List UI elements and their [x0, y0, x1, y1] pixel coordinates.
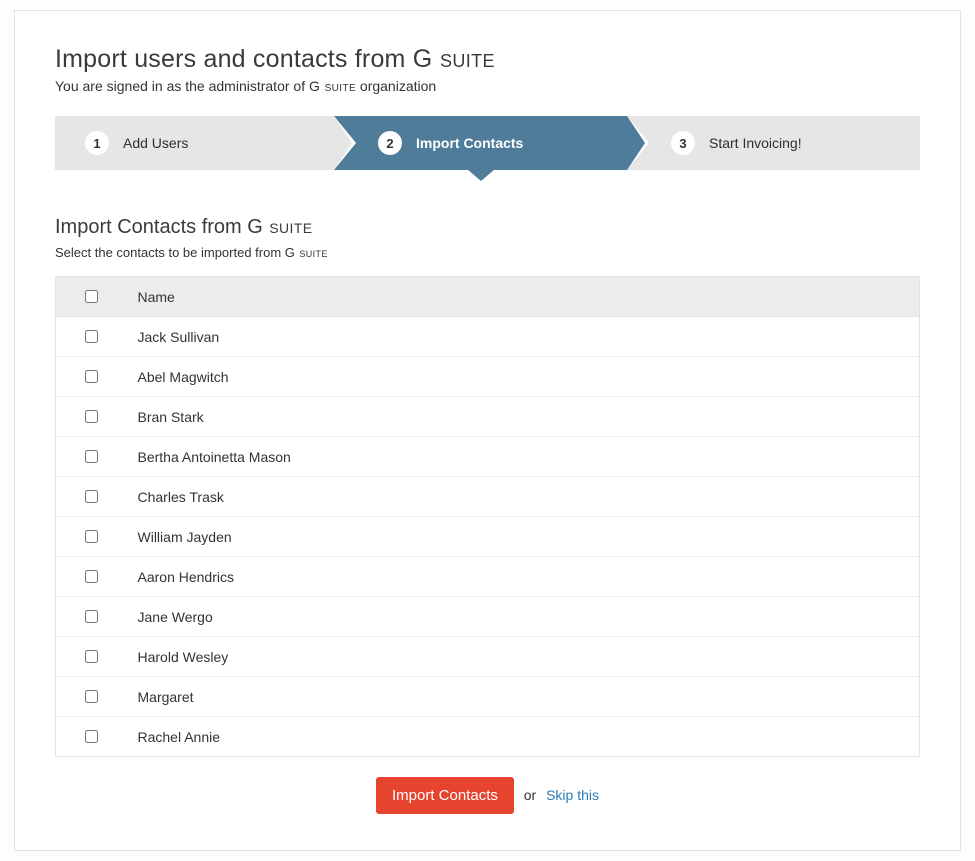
table-row: William Jayden — [56, 517, 920, 557]
table-row: Aaron Hendrics — [56, 557, 920, 597]
row-checkbox[interactable] — [85, 570, 98, 583]
contacts-table: Name Jack SullivanAbel MagwitchBran Star… — [55, 276, 920, 757]
table-header-row: Name — [56, 277, 920, 317]
contact-name: Margaret — [126, 677, 920, 717]
row-checkbox[interactable] — [85, 330, 98, 343]
row-checkbox[interactable] — [85, 410, 98, 423]
row-checkbox[interactable] — [85, 450, 98, 463]
row-checkbox-cell — [56, 397, 126, 437]
row-checkbox-cell — [56, 477, 126, 517]
active-step-pointer-icon — [467, 169, 495, 181]
title-prefix: Import users and contacts from — [55, 45, 413, 73]
row-checkbox[interactable] — [85, 650, 98, 663]
contact-name: Jane Wergo — [126, 597, 920, 637]
row-checkbox-cell — [56, 557, 126, 597]
contact-name: Charles Trask — [126, 477, 920, 517]
import-card: Import users and contacts from G suite Y… — [14, 10, 961, 851]
row-checkbox[interactable] — [85, 490, 98, 503]
or-text: or — [524, 787, 536, 803]
brand-gsuite: G suite — [413, 45, 495, 73]
row-checkbox-cell — [56, 597, 126, 637]
step-number: 2 — [378, 131, 402, 155]
skip-link[interactable]: Skip this — [546, 787, 599, 803]
contact-name: Bran Stark — [126, 397, 920, 437]
select-all-checkbox[interactable] — [85, 290, 98, 303]
brand-gsuite: G suite — [285, 245, 328, 260]
contact-name: Jack Sullivan — [126, 317, 920, 357]
table-row: Abel Magwitch — [56, 357, 920, 397]
row-checkbox[interactable] — [85, 530, 98, 543]
step-label: Import Contacts — [416, 135, 523, 151]
brand-gsuite: G suite — [247, 216, 312, 238]
subtitle-suffix: organization — [356, 78, 436, 94]
column-name-header: Name — [126, 277, 920, 317]
table-row: Rachel Annie — [56, 717, 920, 757]
step-import-contacts[interactable]: 2 Import Contacts — [334, 116, 627, 170]
table-row: Margaret — [56, 677, 920, 717]
contact-name: Rachel Annie — [126, 717, 920, 757]
contact-name: Aaron Hendrics — [126, 557, 920, 597]
step-number: 3 — [671, 131, 695, 155]
step-start-invoicing[interactable]: 3 Start Invoicing! — [627, 116, 920, 170]
row-checkbox[interactable] — [85, 730, 98, 743]
table-row: Harold Wesley — [56, 637, 920, 677]
table-row: Jack Sullivan — [56, 317, 920, 357]
step-number: 1 — [85, 131, 109, 155]
subtitle-prefix: You are signed in as the administrator o… — [55, 78, 309, 94]
page-title: Import users and contacts from G suite — [55, 45, 920, 74]
section-title-prefix: Import Contacts from — [55, 216, 247, 238]
row-checkbox-cell — [56, 717, 126, 757]
row-checkbox[interactable] — [85, 370, 98, 383]
wizard-stepper: 1 Add Users 2 Import Contacts 3 Start In… — [55, 116, 920, 170]
table-row: Jane Wergo — [56, 597, 920, 637]
brand-gsuite: G suite — [309, 78, 356, 94]
contact-name: William Jayden — [126, 517, 920, 557]
section-subtitle: Select the contacts to be imported from … — [55, 245, 920, 260]
contact-name: Bertha Antoinetta Mason — [126, 437, 920, 477]
step-label: Start Invoicing! — [709, 135, 802, 151]
row-checkbox-cell — [56, 517, 126, 557]
section-title: Import Contacts from G suite — [55, 216, 920, 239]
row-checkbox-cell — [56, 357, 126, 397]
row-checkbox[interactable] — [85, 690, 98, 703]
section-subtitle-prefix: Select the contacts to be imported from — [55, 245, 285, 260]
contact-name: Harold Wesley — [126, 637, 920, 677]
action-bar: Import Contacts or Skip this — [55, 777, 920, 814]
step-add-users[interactable]: 1 Add Users — [55, 116, 334, 170]
import-contacts-button[interactable]: Import Contacts — [376, 777, 514, 814]
row-checkbox-cell — [56, 437, 126, 477]
contact-name: Abel Magwitch — [126, 357, 920, 397]
table-row: Charles Trask — [56, 477, 920, 517]
row-checkbox-cell — [56, 637, 126, 677]
table-row: Bertha Antoinetta Mason — [56, 437, 920, 477]
row-checkbox[interactable] — [85, 610, 98, 623]
step-label: Add Users — [123, 135, 188, 151]
row-checkbox-cell — [56, 677, 126, 717]
table-row: Bran Stark — [56, 397, 920, 437]
page-subtitle: You are signed in as the administrator o… — [55, 78, 920, 94]
row-checkbox-cell — [56, 317, 126, 357]
select-all-header — [56, 277, 126, 317]
